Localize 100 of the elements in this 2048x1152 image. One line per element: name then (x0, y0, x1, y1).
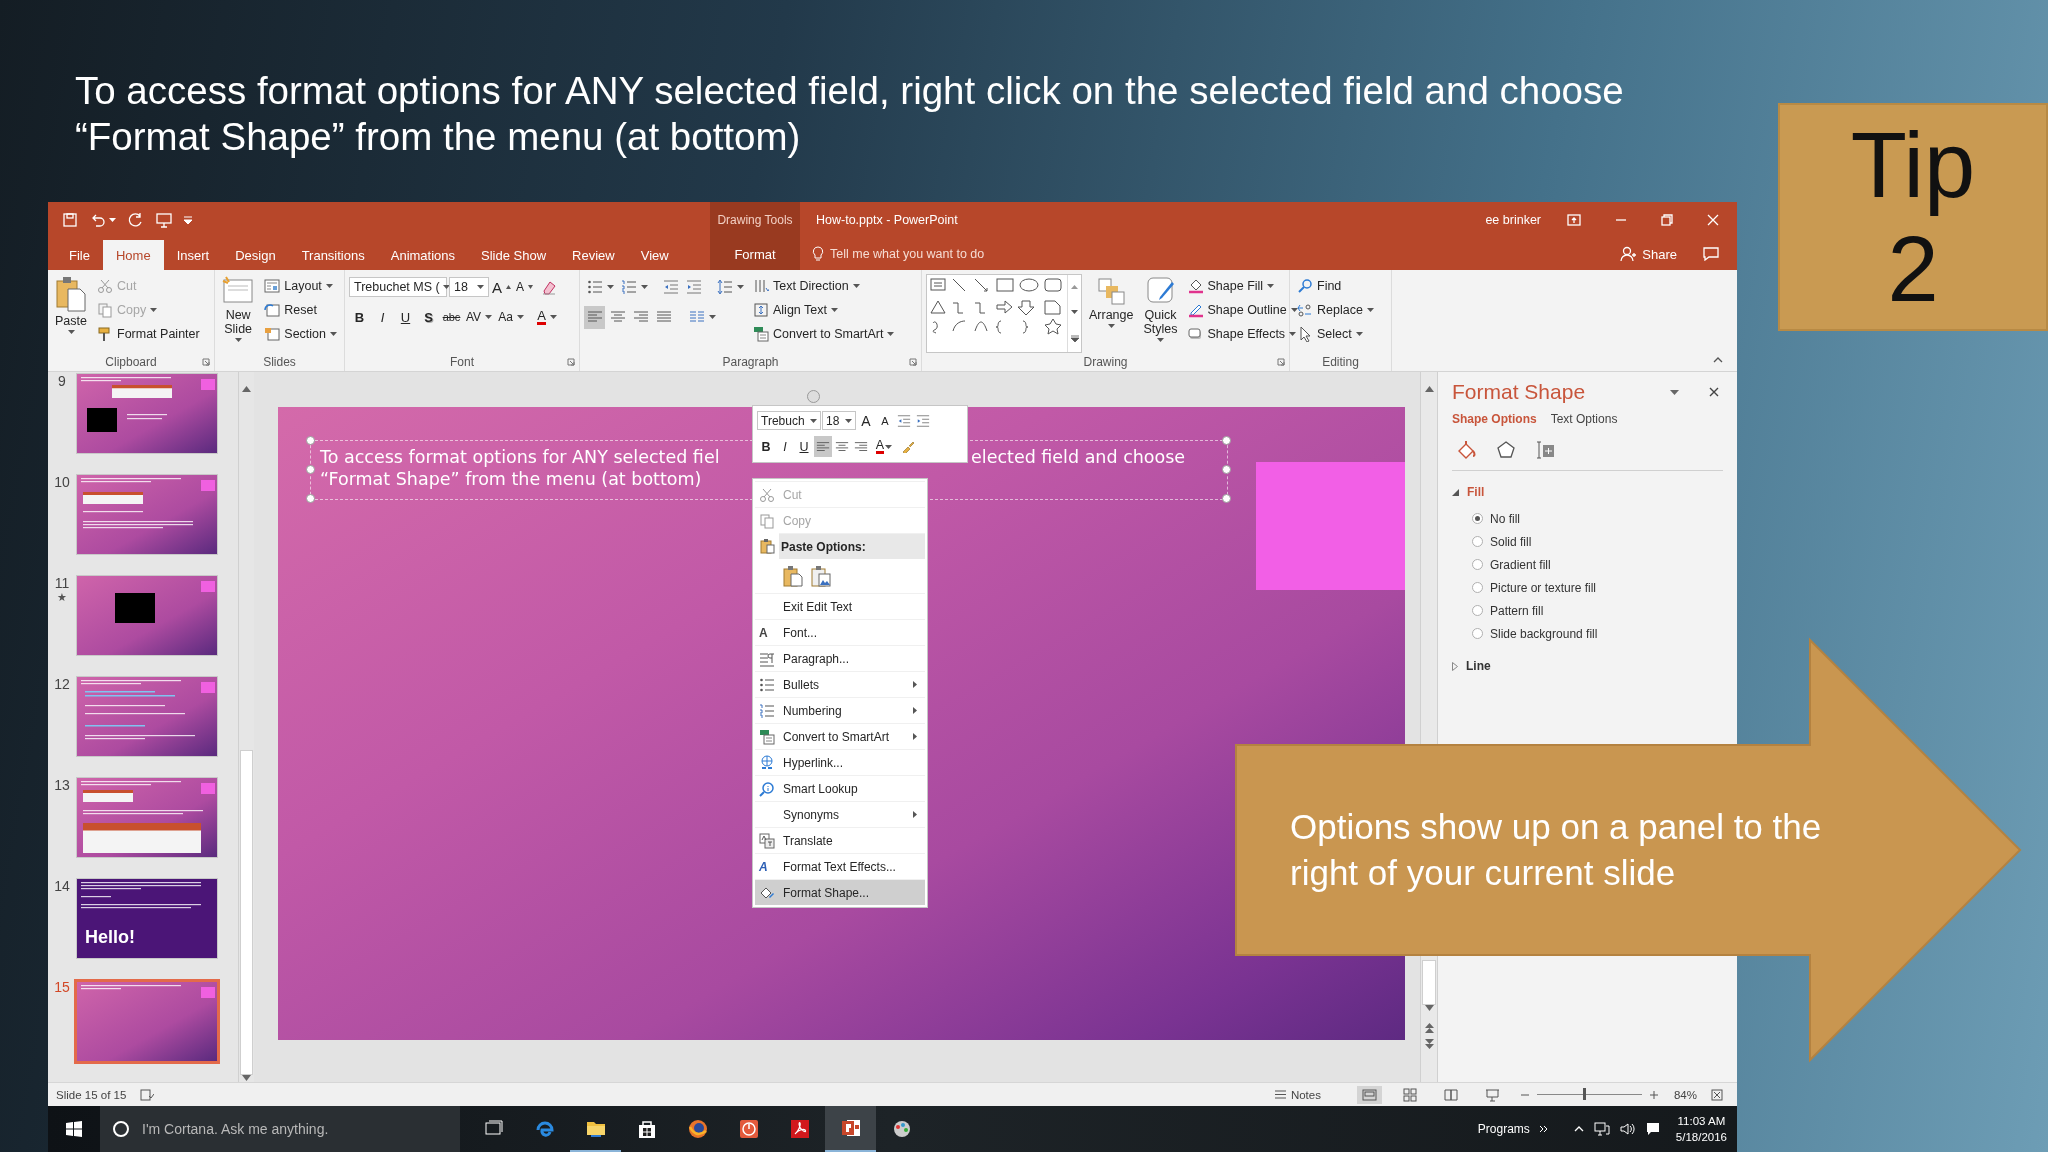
presentation-icon[interactable] (156, 212, 172, 228)
notes-button[interactable]: Notes (1268, 1087, 1327, 1102)
dialog-launcher-icon[interactable] (202, 358, 210, 366)
collapsed-icon[interactable] (1452, 661, 1458, 671)
slide-thumbnail[interactable]: Hello! (76, 878, 218, 959)
slide-thumbnail[interactable] (76, 474, 218, 555)
ribbon-tab[interactable]: Animations (377, 240, 469, 270)
menu-item[interactable]: Exit Edit Text (755, 593, 925, 619)
paste-button[interactable]: Paste (52, 274, 90, 353)
search-field[interactable]: I'm Cortana. Ask me anything. (100, 1106, 460, 1152)
dialog-launcher-icon[interactable] (909, 358, 917, 366)
clock-time[interactable]: 11:03 AM (1677, 1113, 1726, 1129)
fit-slide-icon[interactable] (1711, 1088, 1723, 1101)
menu-item[interactable]: Format Shape... (755, 879, 925, 905)
shape-tab-icon[interactable] (1496, 440, 1516, 460)
font-size-field[interactable]: 18 (822, 411, 856, 430)
radio-button[interactable] (1472, 559, 1483, 570)
shrink-font-button[interactable]: A (876, 410, 894, 431)
menu-item[interactable]: Numbering (755, 697, 925, 723)
scroll-down-icon[interactable] (1071, 310, 1078, 314)
ribbon-tab[interactable]: Format (710, 238, 800, 270)
menu-item[interactable]: Translate (755, 827, 925, 853)
format-button[interactable]: U (795, 436, 813, 457)
ribbon-tab[interactable]: Slide Show (468, 240, 560, 270)
slide-thumbnail[interactable] (74, 979, 220, 1064)
scrollbar-thumb[interactable] (1422, 960, 1436, 1005)
radio-button[interactable] (1472, 513, 1483, 524)
menu-item[interactable]: Convert to SmartArt (755, 723, 925, 749)
tell-me-field[interactable]: Tell me what you want to do (830, 247, 985, 261)
slide-thumbnail[interactable] (76, 676, 218, 757)
format-button[interactable]: AV (464, 305, 494, 329)
undo-icon[interactable] (90, 212, 106, 228)
menu-item[interactable]: A Font... (755, 619, 925, 645)
notification-icon[interactable] (1645, 1122, 1660, 1136)
dialog-launcher-icon[interactable] (1277, 358, 1285, 366)
slide-thumbnail[interactable] (76, 575, 218, 656)
show-hidden-icon[interactable] (1573, 1126, 1584, 1132)
zoom-level[interactable]: 84% (1673, 1088, 1697, 1101)
selection-handle[interactable] (1222, 436, 1231, 445)
zoom-in-icon[interactable] (1649, 1090, 1658, 1099)
section-button[interactable]: Section (261, 322, 340, 345)
rotation-handle[interactable] (807, 390, 820, 403)
expand-toolbar-icon[interactable] (1539, 1125, 1548, 1133)
menu-item[interactable]: Hyperlink... (755, 749, 925, 775)
section-header[interactable]: Line (1452, 659, 1491, 673)
slide-thumbnail[interactable] (76, 373, 218, 454)
align-text-button[interactable]: Align Text (750, 298, 898, 321)
format-button[interactable]: B (349, 305, 370, 329)
save-icon[interactable] (62, 212, 78, 228)
spelling-icon[interactable] (140, 1088, 155, 1101)
format-button[interactable]: I (372, 305, 393, 329)
radio-button[interactable] (1472, 605, 1483, 616)
grow-font-button[interactable]: A (491, 275, 512, 299)
size-tab-icon[interactable] (1536, 440, 1556, 460)
shrink-font-button[interactable]: A (514, 275, 535, 299)
previous-slide-icon[interactable] (1424, 1023, 1434, 1033)
ribbon-tab[interactable]: Review (559, 240, 628, 270)
format-button[interactable]: Aa (496, 305, 526, 329)
grow-font-button[interactable]: A (857, 410, 875, 431)
collapse-ribbon-icon[interactable] (1713, 357, 1723, 363)
format-button[interactable]: B (757, 436, 775, 457)
pane-options-icon[interactable] (1670, 389, 1679, 395)
radio-button[interactable] (1472, 536, 1483, 547)
clock-date[interactable]: 5/18/2016 (1675, 1129, 1727, 1145)
convert-smartart-button[interactable]: Convert to SmartArt (750, 322, 898, 345)
scroll-up-icon[interactable] (1424, 386, 1434, 392)
selection-handle[interactable] (1222, 494, 1231, 503)
redo-icon[interactable] (128, 212, 144, 228)
font-color-button[interactable]: A (532, 305, 562, 329)
close-icon[interactable] (1709, 387, 1719, 397)
select-button[interactable]: Select (1294, 322, 1377, 345)
new-slide-button[interactable]: New Slide (219, 274, 258, 353)
selection-handle[interactable] (1222, 465, 1231, 474)
ribbon-tab[interactable]: View (627, 240, 682, 270)
menu-item[interactable]: Paragraph... (755, 645, 925, 671)
format-button[interactable]: I (776, 436, 794, 457)
menu-item[interactable]: Bullets (755, 671, 925, 697)
reset-button[interactable]: Reset (261, 298, 340, 321)
view-button[interactable] (1356, 1085, 1382, 1104)
selection-handle[interactable] (306, 465, 315, 474)
menu-item[interactable]: Smart Lookup (755, 775, 925, 801)
paste-option-icon[interactable] (783, 565, 803, 587)
more-icon[interactable] (1070, 334, 1079, 342)
font-name-field[interactable]: Trebuch (757, 411, 821, 430)
zoom-slider[interactable] (1583, 1088, 1587, 1100)
scroll-up-icon[interactable] (1071, 285, 1078, 290)
menu-item[interactable]: Synonyms (755, 801, 925, 827)
restore-icon[interactable] (1661, 214, 1673, 226)
selection-handle[interactable] (306, 436, 315, 445)
font-name-field[interactable]: Trebuchet MS ( (349, 277, 447, 297)
format-button[interactable]: U (395, 305, 416, 329)
font-color-button[interactable]: A (871, 436, 897, 457)
format-button[interactable]: abc (441, 305, 462, 329)
ribbon-tab[interactable]: File (56, 240, 103, 270)
layout-button[interactable]: Layout (261, 274, 340, 297)
dialog-launcher-icon[interactable] (567, 358, 575, 366)
align-button[interactable] (584, 305, 605, 329)
text-direction-button[interactable]: Text Direction (750, 274, 898, 297)
taskbar-app[interactable] (825, 1106, 876, 1152)
network-icon[interactable] (1593, 1122, 1610, 1136)
